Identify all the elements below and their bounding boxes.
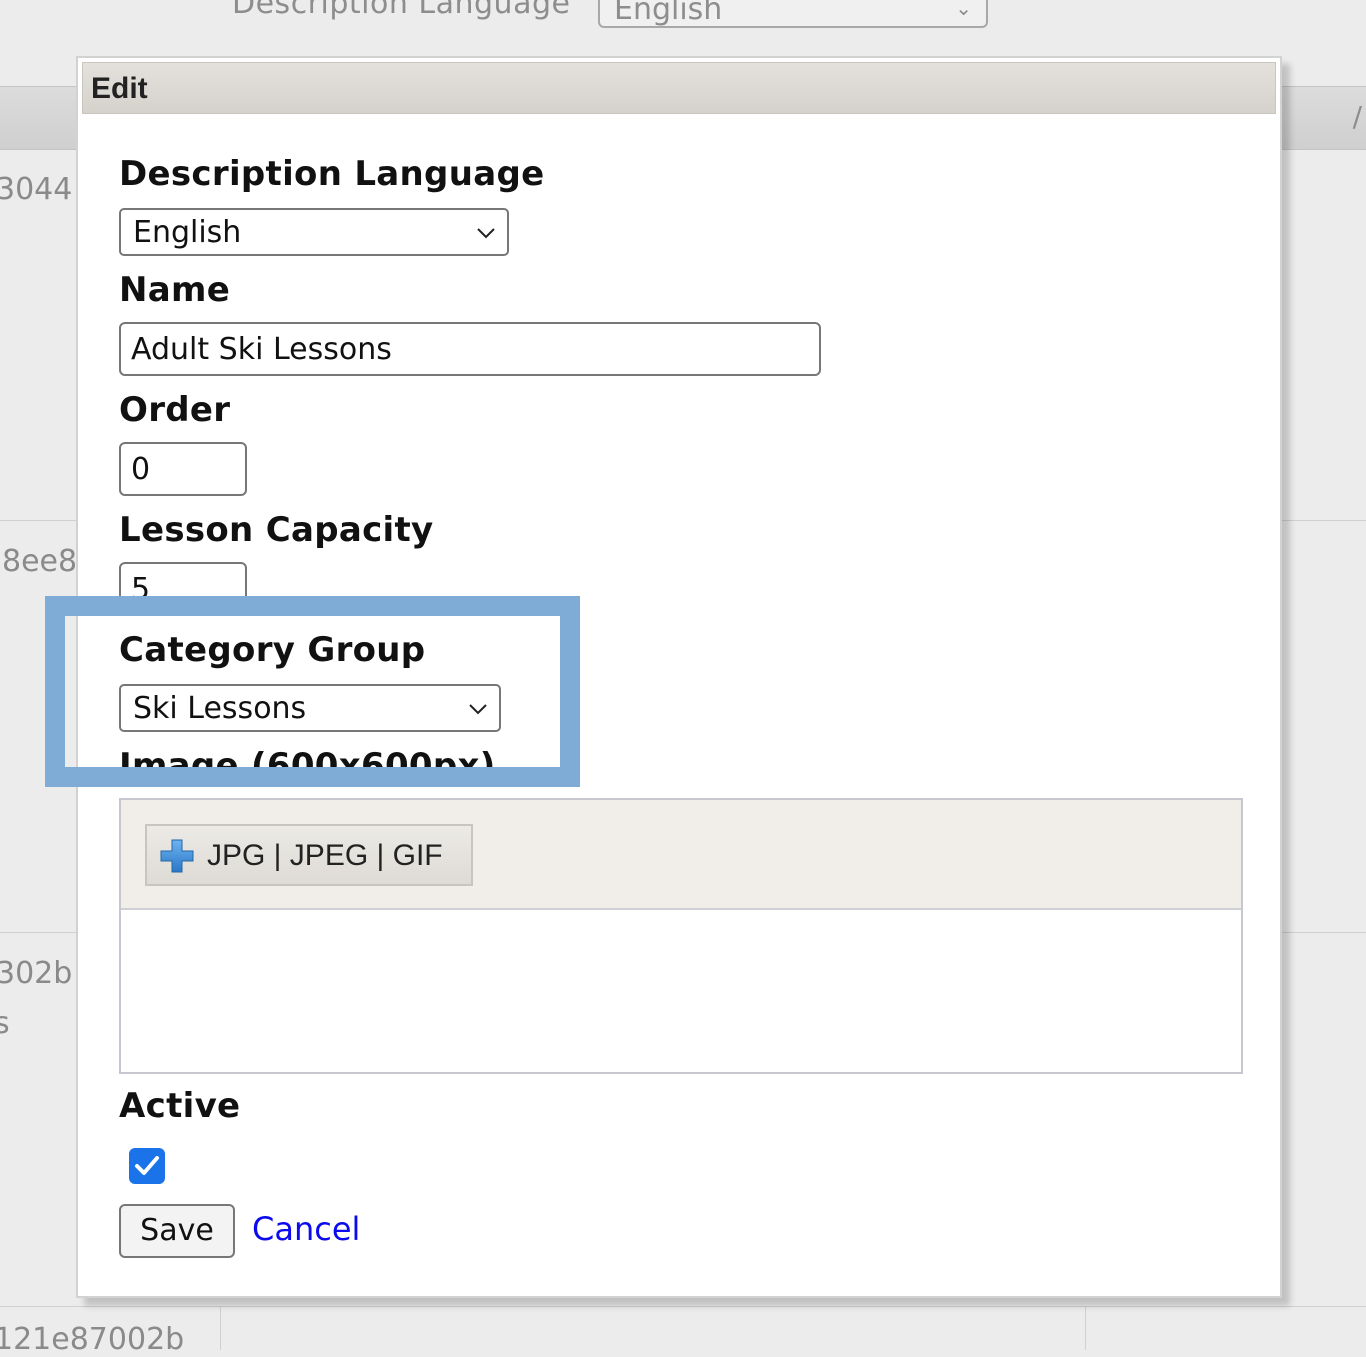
category-group-select[interactable]: Ski Lessons [119, 684, 501, 732]
cancel-link[interactable]: Cancel [252, 1210, 360, 1248]
background-row-divider [0, 1306, 1366, 1307]
background-column-divider [220, 1306, 221, 1350]
image-upload-area[interactable]: JPG | JPEG | GIF [119, 798, 1243, 1074]
dialog-title: Edit [91, 72, 148, 105]
description-language-label: Description Language [119, 154, 545, 194]
name-label: Name [119, 270, 231, 310]
active-checkbox[interactable] [129, 1148, 165, 1184]
background-row-id: 8ee8 [2, 544, 78, 579]
order-input-value: 0 [131, 452, 151, 487]
background-description-language-select[interactable]: English ⌄ [598, 0, 988, 28]
background-column-divider [1085, 1306, 1086, 1350]
lesson-capacity-input[interactable]: 5 [119, 562, 247, 616]
name-input[interactable]: Adult Ski Lessons [119, 322, 821, 376]
lesson-capacity-label: Lesson Capacity [119, 510, 434, 550]
image-upload-button[interactable]: JPG | JPEG | GIF [145, 824, 473, 886]
checkmark-icon [135, 1156, 159, 1175]
order-input[interactable]: 0 [119, 442, 247, 496]
order-label: Order [119, 390, 231, 430]
active-label: Active [119, 1086, 241, 1126]
category-group-label: Category Group [119, 630, 426, 670]
background-row-id: 3044 [0, 172, 73, 207]
plus-icon [160, 839, 194, 873]
background-header-partial-text: / [1352, 100, 1362, 133]
background-description-language-label: Description Language [232, 0, 571, 21]
chevron-down-icon: ⌄ [955, 0, 972, 20]
save-button[interactable]: Save [119, 1204, 235, 1258]
image-label: Image (600x600px) [119, 746, 496, 786]
name-input-value: Adult Ski Lessons [131, 332, 392, 367]
description-language-select[interactable]: English [119, 208, 509, 256]
chevron-down-icon [469, 704, 487, 715]
background-row-id: 302b [0, 956, 73, 991]
lesson-capacity-input-value: 5 [131, 572, 151, 607]
background-row-id: 121e87002b [0, 1322, 185, 1357]
background-description-language-value: English [614, 0, 723, 27]
background-row-text: s [0, 1006, 10, 1041]
category-group-value: Ski Lessons [133, 691, 307, 726]
description-language-value: English [133, 215, 242, 250]
edit-dialog: Edit Description Language English Name A… [76, 56, 1282, 1298]
chevron-down-icon [477, 228, 495, 239]
upload-toolbar: JPG | JPEG | GIF [121, 800, 1241, 910]
upload-button-label: JPG | JPEG | GIF [207, 839, 443, 872]
dialog-titlebar[interactable]: Edit [82, 62, 1276, 114]
